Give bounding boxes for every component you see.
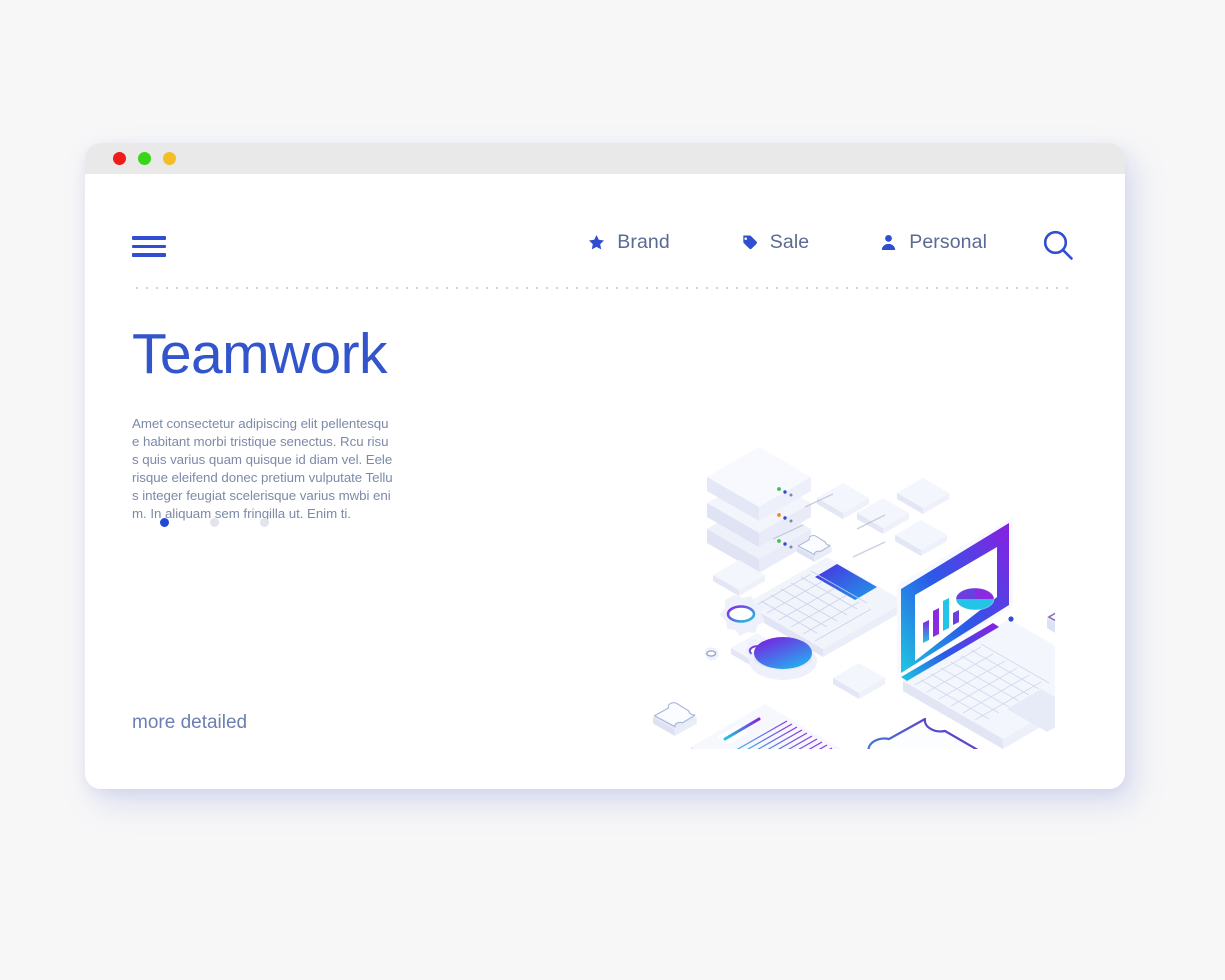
- hamburger-bar: [132, 244, 166, 249]
- nav-item-personal[interactable]: Personal: [879, 231, 987, 254]
- nav-divider: [132, 287, 1076, 289]
- browser-window: Brand Sale Personal Teamwork Amet consec…: [85, 143, 1125, 789]
- pagination-dot-3[interactable]: [260, 518, 269, 527]
- page-title: Teamwork: [132, 322, 388, 386]
- nav-item-brand[interactable]: Brand: [587, 231, 670, 254]
- carousel-pagination: [160, 518, 269, 527]
- tag-icon: [740, 233, 759, 252]
- nav-item-label: Personal: [909, 231, 987, 253]
- gear: [704, 647, 720, 661]
- pagination-dot-1[interactable]: [160, 518, 169, 527]
- hamburger-bar: [132, 253, 166, 257]
- hero-paragraph: Amet consectetur adipiscing elit pellent…: [132, 416, 393, 521]
- nav-item-label: Brand: [617, 231, 670, 253]
- puzzle-piece-small: [1047, 612, 1055, 633]
- isometric-teamwork-illustration: [595, 299, 1055, 749]
- server-stack: [707, 447, 811, 573]
- page-content: Brand Sale Personal Teamwork Amet consec…: [85, 174, 1125, 789]
- hamburger-menu-icon[interactable]: [132, 236, 166, 257]
- hero-section: Teamwork Amet consectetur adipiscing eli…: [132, 326, 452, 522]
- maximize-window-button[interactable]: [163, 152, 176, 165]
- navigation-bar: Brand Sale Personal: [85, 174, 1125, 289]
- pagination-dot-2[interactable]: [210, 518, 219, 527]
- star-icon: [587, 233, 606, 252]
- search-icon[interactable]: [1041, 228, 1075, 262]
- screenshot-stage: Brand Sale Personal Teamwork Amet consec…: [0, 0, 1225, 980]
- nav-links: Brand Sale Personal: [587, 231, 987, 254]
- puzzle-piece-small: [653, 702, 697, 736]
- traffic-light-buttons: [113, 152, 176, 165]
- nav-item-sale[interactable]: Sale: [740, 231, 809, 254]
- screen-pie-chart: [955, 587, 995, 611]
- close-window-button[interactable]: [113, 152, 126, 165]
- person-icon: [879, 233, 898, 252]
- nav-item-label: Sale: [769, 231, 810, 253]
- window-titlebar: [85, 143, 1125, 174]
- clipboard-document: [691, 704, 842, 749]
- minimize-window-button[interactable]: [138, 152, 151, 165]
- hamburger-bar: [132, 236, 166, 240]
- more-detailed-link[interactable]: more detailed: [132, 712, 247, 734]
